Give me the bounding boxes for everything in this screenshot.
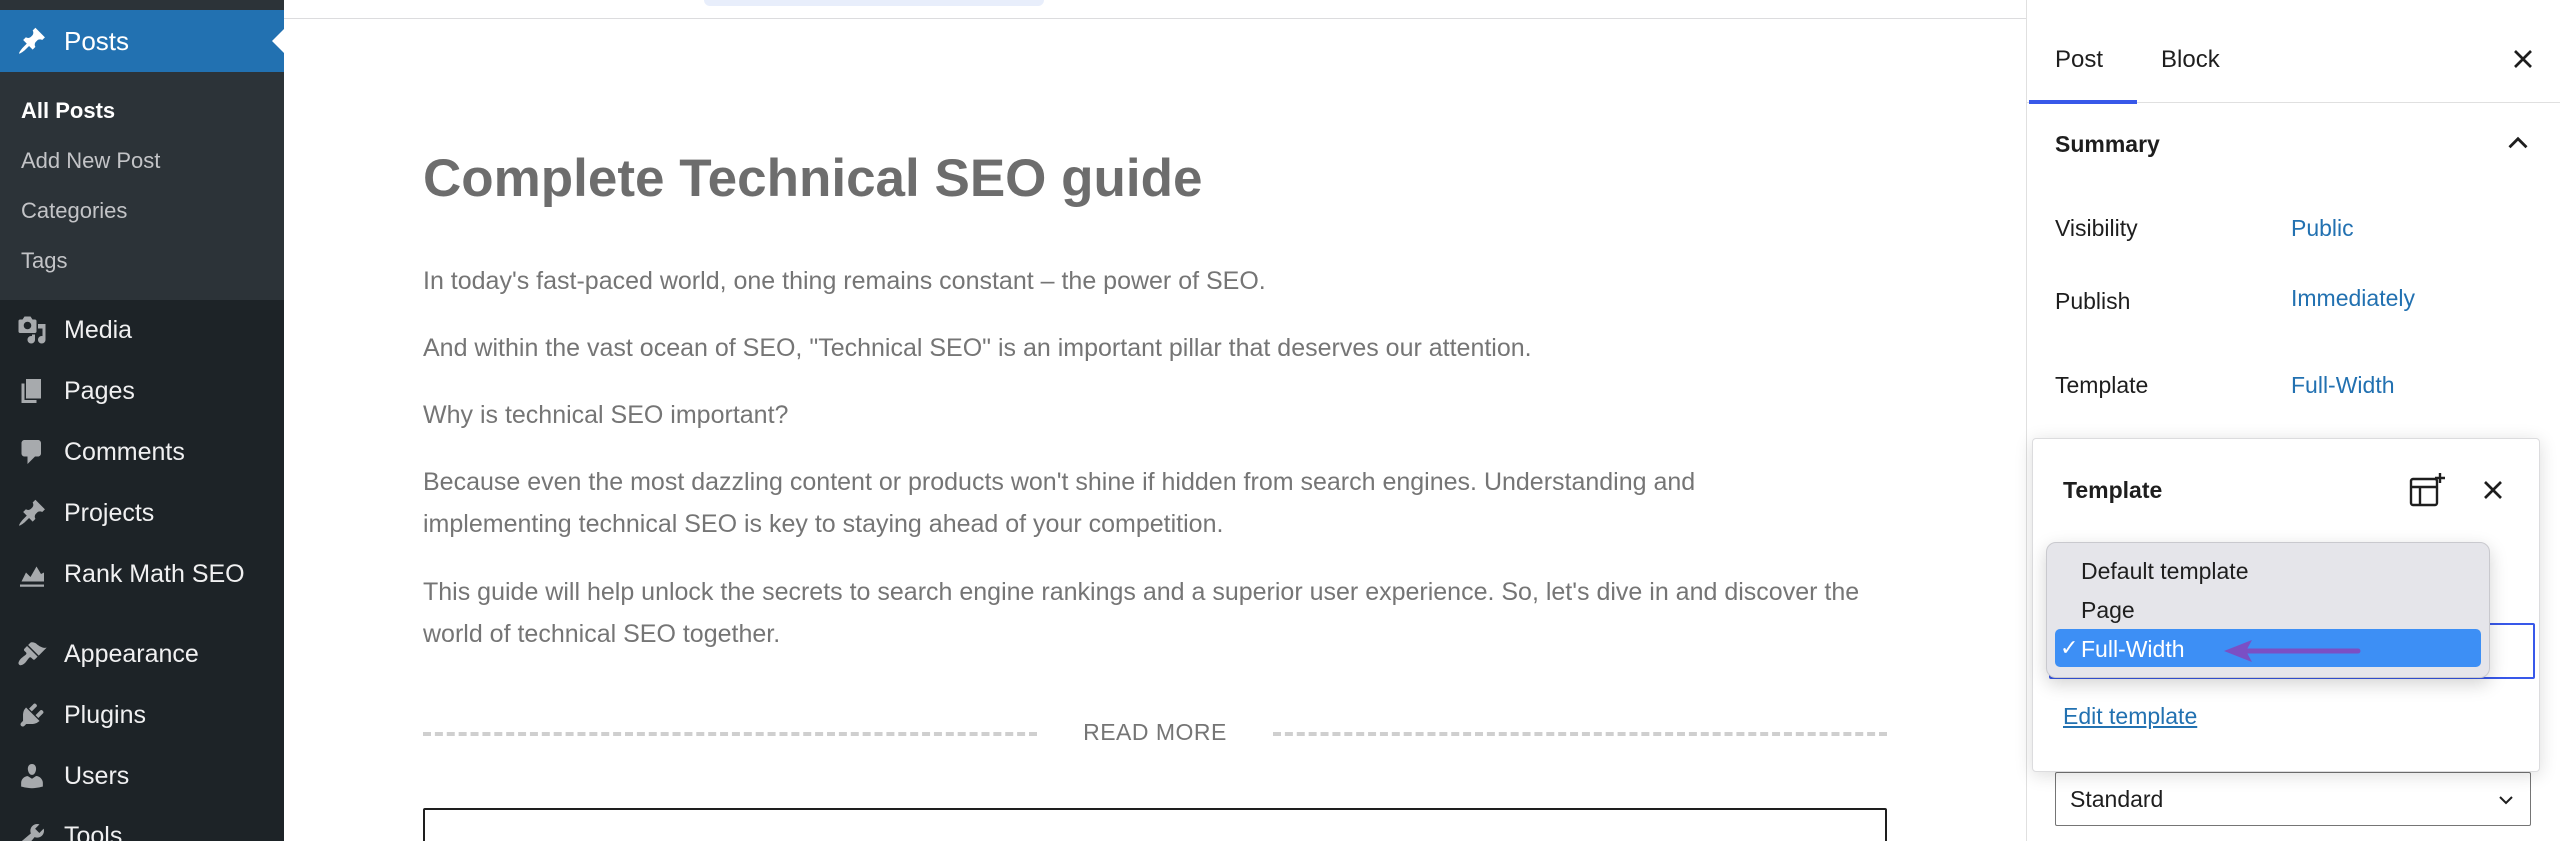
visibility-toggle[interactable]: Public: [2291, 215, 2354, 242]
projects-icon: [16, 497, 48, 529]
submenu-add-new-post[interactable]: Add New Post: [21, 148, 160, 174]
posts-submenu: All Posts Add New Post Categories Tags: [0, 72, 284, 300]
sidebar-item-posts[interactable]: Posts: [0, 10, 284, 72]
submenu-categories[interactable]: Categories: [21, 198, 127, 224]
sidebar-item-comments[interactable]: Comments: [0, 424, 284, 480]
submenu-tags[interactable]: Tags: [21, 248, 67, 274]
post-format-value: Standard: [2070, 786, 2164, 812]
checkmark-icon: ✓: [2060, 635, 2079, 660]
pages-icon: [16, 375, 48, 407]
publish-date-toggle[interactable]: Immediately: [2291, 285, 2415, 312]
comments-icon: [16, 436, 48, 468]
sidebar-item-label: Projects: [64, 498, 155, 527]
read-more-block[interactable]: READ MORE: [423, 716, 1887, 750]
option-label: Default template: [2081, 558, 2249, 584]
tab-post[interactable]: Post: [2055, 46, 2103, 74]
sidebar-item-pages[interactable]: Pages: [0, 363, 284, 419]
sidebar-item-label: Pages: [64, 376, 135, 405]
edit-template-link[interactable]: Edit template: [2063, 703, 2197, 730]
sidebar-item-label: Media: [64, 315, 133, 344]
sidebar-item-media[interactable]: Media: [0, 302, 284, 358]
summary-panel-title[interactable]: Summary: [2055, 131, 2160, 158]
appearance-icon: [16, 638, 48, 670]
template-label: Template: [2055, 372, 2149, 398]
sidebar-item-label: Plugins: [64, 700, 146, 729]
sidebar-item-label: Comments: [64, 437, 185, 466]
submenu-all-posts[interactable]: All Posts: [21, 98, 115, 124]
option-label: Full-Width: [2081, 636, 2185, 662]
visibility-label: Visibility: [2055, 215, 2138, 241]
editor-canvas: Complete Technical SEO guide In today's …: [284, 0, 2026, 841]
close-popover-icon[interactable]: [2477, 474, 2509, 506]
add-template-icon[interactable]: [2407, 471, 2447, 511]
sidebar-item-users[interactable]: Users: [0, 748, 284, 804]
close-settings-icon[interactable]: [2507, 43, 2539, 75]
more-divider-right: [1273, 732, 1887, 736]
current-menu-pointer: [272, 29, 284, 53]
sidebar-item-label: Posts: [64, 25, 130, 56]
selected-block-outline[interactable]: [423, 808, 1887, 841]
editor-top-bar: [284, 0, 2026, 19]
template-toggle[interactable]: Full-Width: [2291, 372, 2395, 399]
post-title[interactable]: Complete Technical SEO guide: [423, 148, 1202, 209]
chevron-down-icon: [2494, 788, 2518, 812]
paragraph-block[interactable]: This guide will help unlock the secrets …: [423, 571, 1903, 655]
pushpin-icon: [16, 25, 48, 57]
sidebar-item-projects[interactable]: Projects: [0, 485, 284, 541]
publish-label: Publish: [2055, 288, 2131, 314]
template-option-default[interactable]: Default template: [2055, 551, 2481, 589]
tab-block[interactable]: Block: [2161, 46, 2220, 74]
users-icon: [16, 760, 48, 792]
paragraph-block[interactable]: In today's fast-paced world, one thing r…: [423, 260, 1903, 302]
annotation-arrow-icon: [2224, 640, 2361, 662]
media-icon: [16, 314, 48, 346]
rank-math-icon: [16, 558, 48, 590]
settings-tabs: Post Block: [2027, 19, 2560, 104]
sidebar-item-label: Rank Math SEO: [64, 559, 245, 588]
sidebar-top-strip: [0, 0, 284, 10]
option-label: Page: [2081, 597, 2135, 623]
document-bar-hint[interactable]: [704, 0, 1044, 6]
template-option-page[interactable]: Page: [2055, 590, 2481, 628]
paragraph-block[interactable]: Because even the most dazzling content o…: [423, 461, 1843, 545]
sidebar-item-label: Users: [64, 761, 130, 790]
admin-sidebar: Posts All Posts Add New Post Categories …: [0, 0, 284, 841]
active-tab-indicator: [2029, 100, 2137, 104]
paragraph-block[interactable]: Why is technical SEO important?: [423, 394, 1903, 436]
tools-icon: [16, 820, 48, 841]
paragraph-block[interactable]: And within the vast ocean of SEO, "Techn…: [423, 327, 1903, 369]
sidebar-item-plugins[interactable]: Plugins: [0, 687, 284, 743]
post-format-select[interactable]: Standard: [2055, 772, 2531, 826]
template-popover-title: Template: [2063, 477, 2163, 503]
sidebar-item-label: Appearance: [64, 639, 199, 668]
sidebar-item-label: Tools: [64, 821, 123, 841]
plugins-icon: [16, 699, 48, 731]
chevron-up-icon[interactable]: [2501, 126, 2535, 160]
sidebar-item-appearance[interactable]: Appearance: [0, 626, 284, 682]
sidebar-item-tools[interactable]: Tools: [0, 808, 284, 841]
sidebar-item-rank-math-seo[interactable]: Rank Math SEO: [0, 546, 284, 602]
